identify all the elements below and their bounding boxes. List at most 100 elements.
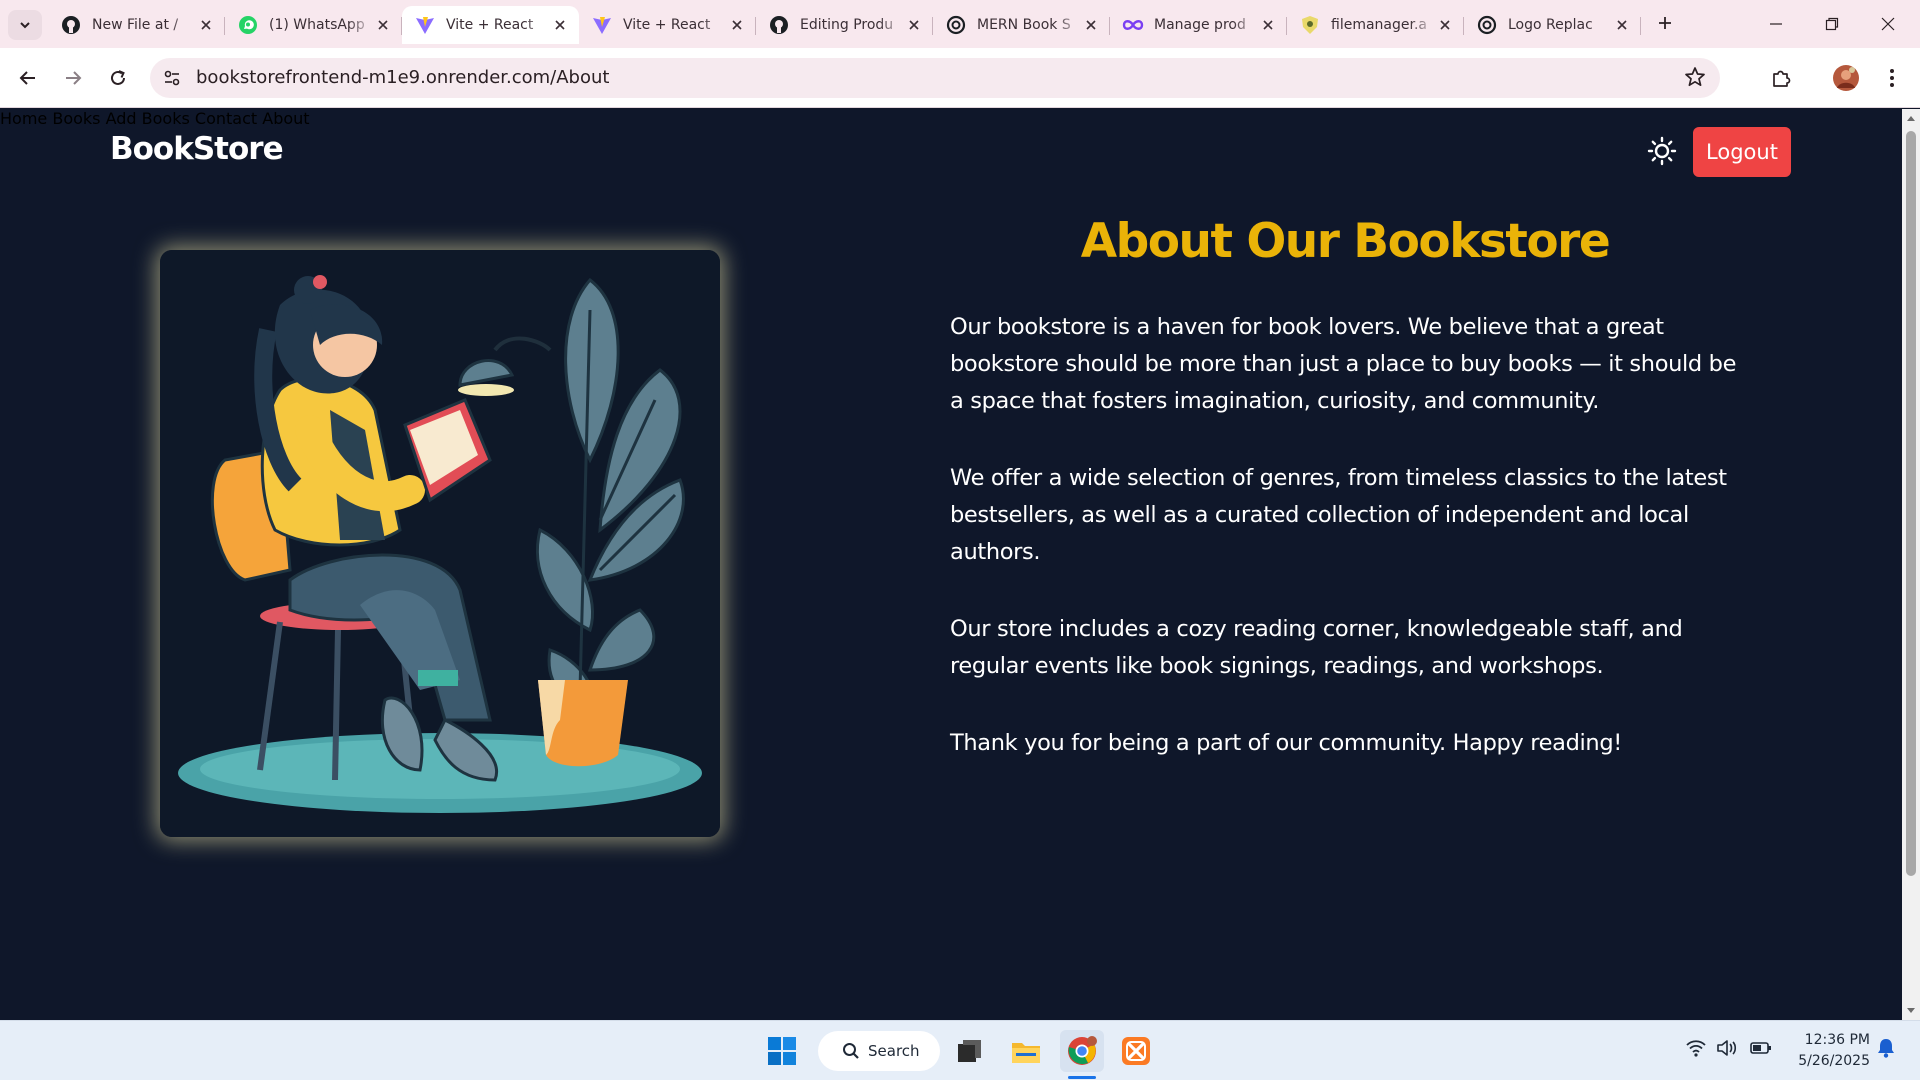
browser-tab[interactable]: (1) WhatsApp [225,6,402,44]
arrow-left-icon [19,71,35,85]
extensions-button[interactable] [1763,60,1799,96]
new-tab-button[interactable] [1647,6,1683,40]
browser-tab[interactable]: Editing Produ [756,6,933,44]
nav-link-contact[interactable]: Contact [195,109,257,128]
tab-title: New File at / [92,17,179,33]
about-paragraph: Our store includes a cozy reading corner… [950,616,1683,679]
browser-tab[interactable]: MERN Book S [933,6,1110,44]
reading-girl-illustration [160,250,720,837]
close-icon[interactable] [905,16,923,34]
active-app-indicator [1068,1076,1096,1079]
close-icon[interactable] [728,16,746,34]
file-explorer-button[interactable] [1004,1030,1048,1072]
bookmark-star-icon[interactable] [1684,66,1708,90]
nav-link-about[interactable]: About [262,109,309,128]
address-bar[interactable]: bookstorefrontend-m1e9.onrender.com/Abou… [150,58,1720,98]
taskbar-search-label: Search [868,1042,920,1060]
browser-tab[interactable]: Logo Replac [1464,6,1641,44]
close-icon[interactable] [551,16,569,34]
restore-button[interactable] [1804,0,1860,48]
windows-taskbar: Search 12:36 PM 5/26/2025 [0,1020,1920,1080]
close-icon [1881,17,1895,31]
avatar-icon [1833,65,1859,91]
browser-tab[interactable]: Manage prod [1110,6,1287,44]
browser-tab[interactable]: New File at / [48,6,225,44]
site-info-icon[interactable] [160,66,184,90]
about-paragraph: Our bookstore is a haven for book lovers… [950,314,1737,414]
sun-icon [1647,136,1677,166]
page-scrollbar[interactable] [1902,109,1920,1020]
main-nav: Home Books Add Books Contact About [0,109,1902,128]
github-icon [768,14,790,36]
about-paragraph: Thank you for being a part of our commun… [950,730,1622,756]
notification-bell-icon[interactable] [1876,1037,1896,1063]
about-text: Our bookstore is a haven for book lovers… [950,309,1740,802]
tab-list: New File at / (1) WhatsApp Vite + React … [48,6,1683,48]
volume-icon[interactable] [1716,1039,1738,1061]
start-button[interactable] [760,1030,804,1072]
browser-menu-button[interactable] [1874,60,1910,96]
more-vert-icon [1890,69,1894,87]
browser-tab[interactable]: Vite + React [579,6,756,44]
nav-link-add-books[interactable]: Add Books [106,109,190,128]
nav-link-home[interactable]: Home [0,109,47,128]
close-icon[interactable] [1259,16,1277,34]
clock-time: 12:36 PM [1804,1032,1870,1048]
puzzle-icon [1773,70,1791,87]
logout-button[interactable]: Logout [1693,127,1791,177]
reload-button[interactable] [100,60,136,96]
close-icon[interactable] [1082,16,1100,34]
xampp-button[interactable] [1114,1030,1158,1072]
battery-icon[interactable] [1750,1039,1772,1061]
reload-icon [111,70,125,85]
minimize-icon [1770,23,1782,25]
restore-icon [1825,17,1839,31]
task-view-button[interactable] [948,1030,992,1072]
chrome-icon [1068,1036,1097,1065]
chevron-down-icon [20,22,30,29]
task-view-icon [958,1040,981,1062]
browser-tab-active[interactable]: Vite + React [402,6,579,44]
tab-title: Vite + React [623,17,711,33]
minimize-button[interactable] [1748,0,1804,48]
forward-button[interactable] [55,60,91,96]
scrollbar-thumb[interactable] [1906,131,1916,876]
tab-search-button[interactable] [8,10,42,40]
scroll-up-icon[interactable] [1906,113,1916,123]
nav-link-books[interactable]: Books [52,109,100,128]
tab-title: Manage prod [1154,17,1246,33]
profile-avatar[interactable] [1828,60,1864,96]
url-text[interactable]: bookstorefrontend-m1e9.onrender.com/Abou… [196,67,609,88]
scroll-down-icon[interactable] [1906,1006,1916,1016]
plus-icon [1659,17,1671,29]
back-button[interactable] [10,60,46,96]
vite-icon [414,14,436,36]
xampp-icon [1122,1037,1150,1065]
system-clock[interactable]: 12:36 PM 5/26/2025 [1786,1030,1870,1072]
github-icon [60,14,82,36]
shield-icon [1299,14,1321,36]
close-icon[interactable] [197,16,215,34]
close-window-button[interactable] [1860,0,1916,48]
theme-toggle-button[interactable] [1644,133,1680,169]
close-icon[interactable] [374,16,392,34]
taskbar-search[interactable]: Search [818,1031,940,1071]
arrow-right-icon [66,71,82,85]
close-icon[interactable] [1436,16,1454,34]
tab-title: Editing Produ [800,17,894,33]
about-paragraph: We offer a wide selection of genres, fro… [950,465,1727,565]
vite-icon [591,14,613,36]
brand-logo[interactable]: BookStore [110,131,284,167]
wifi-icon[interactable] [1686,1039,1706,1061]
chrome-taskbar-button[interactable] [1060,1030,1104,1072]
tab-title: filemanager.a [1331,17,1427,33]
folder-icon [1012,1043,1040,1063]
close-icon[interactable] [1613,16,1631,34]
browser-toolbar: bookstorefrontend-m1e9.onrender.com/Abou… [0,48,1920,108]
tab-title: MERN Book S [977,17,1071,33]
tab-title: Vite + React [446,17,534,33]
browser-tab[interactable]: filemanager.a [1287,6,1464,44]
clock-date: 5/26/2025 [1798,1053,1870,1069]
page-content: BookStore Home Books Add Books Contact A… [0,109,1902,1020]
tab-separator [1640,17,1641,35]
